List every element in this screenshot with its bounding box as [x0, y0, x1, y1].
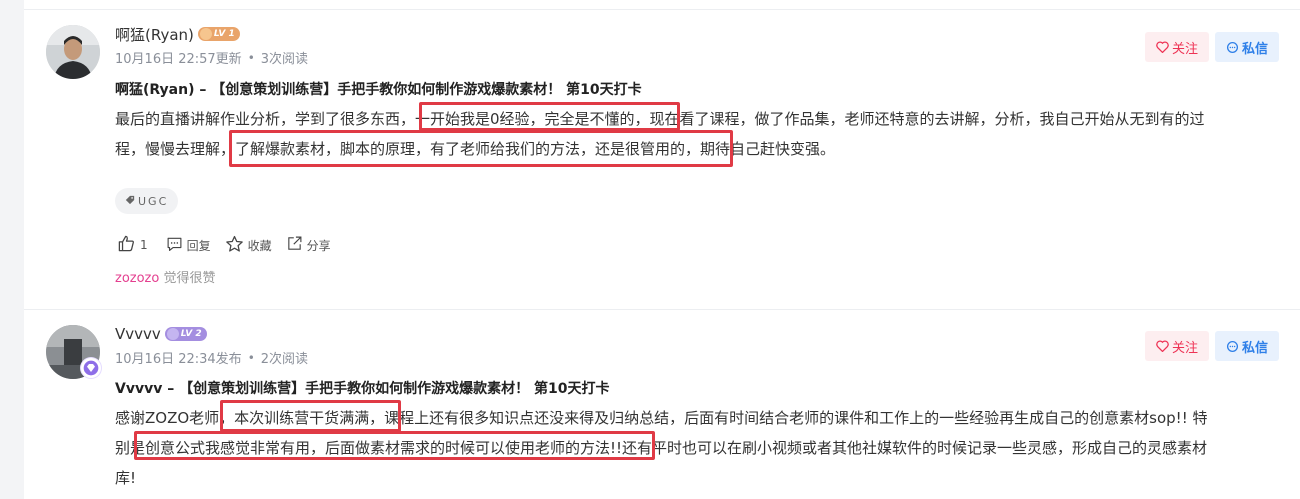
- gem-badge-icon: [81, 358, 101, 378]
- liked-user[interactable]: zozozo: [115, 271, 159, 286]
- feed-panel: 啊猛(Ryan) LV 1 10月16日 22:57更新 • 3次阅读 关注 私…: [24, 0, 1300, 499]
- tag-chip[interactable]: UGC: [115, 188, 179, 214]
- author-name[interactable]: 啊猛(Ryan): [115, 24, 194, 45]
- reply-label: 回复: [186, 238, 211, 253]
- highlight-box: [220, 400, 401, 432]
- message-button[interactable]: 私信: [1215, 32, 1279, 62]
- avatar[interactable]: [46, 25, 100, 79]
- follow-button[interactable]: 关注: [1145, 331, 1209, 361]
- dot-separator: •: [247, 350, 255, 365]
- highlight-box: [419, 102, 680, 131]
- like-button[interactable]: 1: [117, 234, 148, 256]
- thumbs-up-icon: [117, 234, 136, 256]
- post-title[interactable]: 啊猛(Ryan) – 【创意策划训练营】手把手教你如何制作游戏爆款素材！ 第10…: [115, 79, 642, 99]
- post-card: Vvvvv LV 2 10月16日 22:34发布 • 2次阅读 关注 私信 V…: [24, 310, 1300, 499]
- message-label: 私信: [1241, 340, 1268, 356]
- read-count: 2次阅读: [260, 352, 309, 367]
- share-label: 分享: [306, 238, 331, 253]
- follow-label: 关注: [1171, 41, 1198, 57]
- level-badge: LV 1: [197, 27, 240, 41]
- follow-label: 关注: [1171, 340, 1198, 356]
- liked-text: 觉得很赞: [159, 271, 216, 286]
- follow-button[interactable]: 关注: [1145, 32, 1209, 62]
- dot-separator: •: [247, 50, 255, 65]
- level-badge: LV 2: [164, 327, 207, 341]
- tag-label: UGC: [138, 194, 169, 208]
- message-button[interactable]: 私信: [1215, 331, 1279, 361]
- level-icon: [166, 328, 179, 340]
- level-icon: [199, 28, 212, 40]
- reply-button[interactable]: 回复: [166, 236, 211, 255]
- post-date: 10月16日 22:57更新: [115, 52, 242, 67]
- post-date: 10月16日 22:34发布: [115, 352, 242, 367]
- author-name[interactable]: Vvvvv: [115, 325, 161, 343]
- tag-icon: [125, 195, 135, 208]
- content-line: 库!: [115, 469, 137, 487]
- star-icon: [225, 235, 244, 256]
- comment-icon: [166, 236, 183, 255]
- collect-button[interactable]: 收藏: [225, 235, 272, 256]
- message-label: 私信: [1241, 41, 1268, 57]
- level-label: LV 2: [180, 329, 202, 339]
- highlight-box: [229, 130, 733, 167]
- like-count: 1: [140, 238, 148, 252]
- share-icon: [286, 235, 303, 255]
- heart-icon: [1156, 340, 1169, 352]
- collect-label: 收藏: [247, 238, 272, 253]
- chat-bubble-icon: [1226, 340, 1239, 353]
- share-button[interactable]: 分享: [286, 235, 331, 255]
- highlight-box: [134, 431, 655, 460]
- post-title[interactable]: Vvvvv – 【创意策划训练营】手把手教你如何制作游戏爆款素材！ 第10天打卡: [115, 378, 609, 398]
- level-label: LV 1: [213, 29, 235, 39]
- heart-icon: [1156, 41, 1169, 53]
- read-count: 3次阅读: [260, 52, 309, 67]
- liked-by: zozozo 觉得很赞: [115, 267, 215, 286]
- chat-bubble-icon: [1226, 41, 1239, 54]
